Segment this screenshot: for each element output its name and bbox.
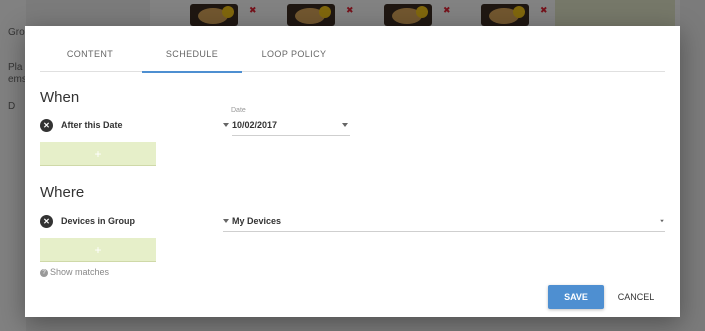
caret-down-icon[interactable] <box>223 123 229 127</box>
tab-content[interactable]: CONTENT <box>40 26 140 72</box>
schedule-dialog: CONTENT SCHEDULE LOOP POLICY When Date ✕… <box>25 26 680 317</box>
caret-down-icon <box>223 219 229 223</box>
remove-condition-icon[interactable]: ✕ <box>40 215 53 228</box>
tab-loop-policy[interactable]: LOOP POLICY <box>244 26 344 72</box>
device-group-value: My Devices <box>232 216 282 226</box>
date-field-hint: Date <box>231 107 246 114</box>
tab-schedule[interactable]: SCHEDULE <box>142 26 242 73</box>
help-icon: ? <box>40 268 48 277</box>
where-condition-row: ✕ Devices in Group My Devices <box>40 213 665 233</box>
add-where-condition-button[interactable]: + <box>40 238 156 262</box>
show-matches-link[interactable]: ? Show matches <box>40 267 109 277</box>
date-value: 10/02/2017 <box>232 120 278 130</box>
caret-down-icon <box>660 219 664 223</box>
where-heading: Where <box>40 184 85 201</box>
add-when-condition-button[interactable]: + <box>40 142 156 166</box>
when-condition-row: ✕ After this Date 10/02/2017 <box>40 117 350 137</box>
device-group-select[interactable]: My Devices <box>223 213 665 232</box>
where-condition-label: Devices in Group <box>61 216 136 226</box>
when-heading: When <box>40 89 80 106</box>
show-matches-label: Show matches <box>50 267 110 277</box>
when-condition-label: After this Date <box>61 120 123 130</box>
remove-condition-icon[interactable]: ✕ <box>40 119 53 132</box>
date-picker[interactable]: 10/02/2017 <box>232 117 350 136</box>
save-button[interactable]: SAVE <box>548 285 604 309</box>
tab-bar: CONTENT SCHEDULE LOOP POLICY <box>40 26 665 73</box>
caret-down-icon <box>342 123 348 127</box>
cancel-button[interactable]: CANCEL <box>611 285 661 309</box>
